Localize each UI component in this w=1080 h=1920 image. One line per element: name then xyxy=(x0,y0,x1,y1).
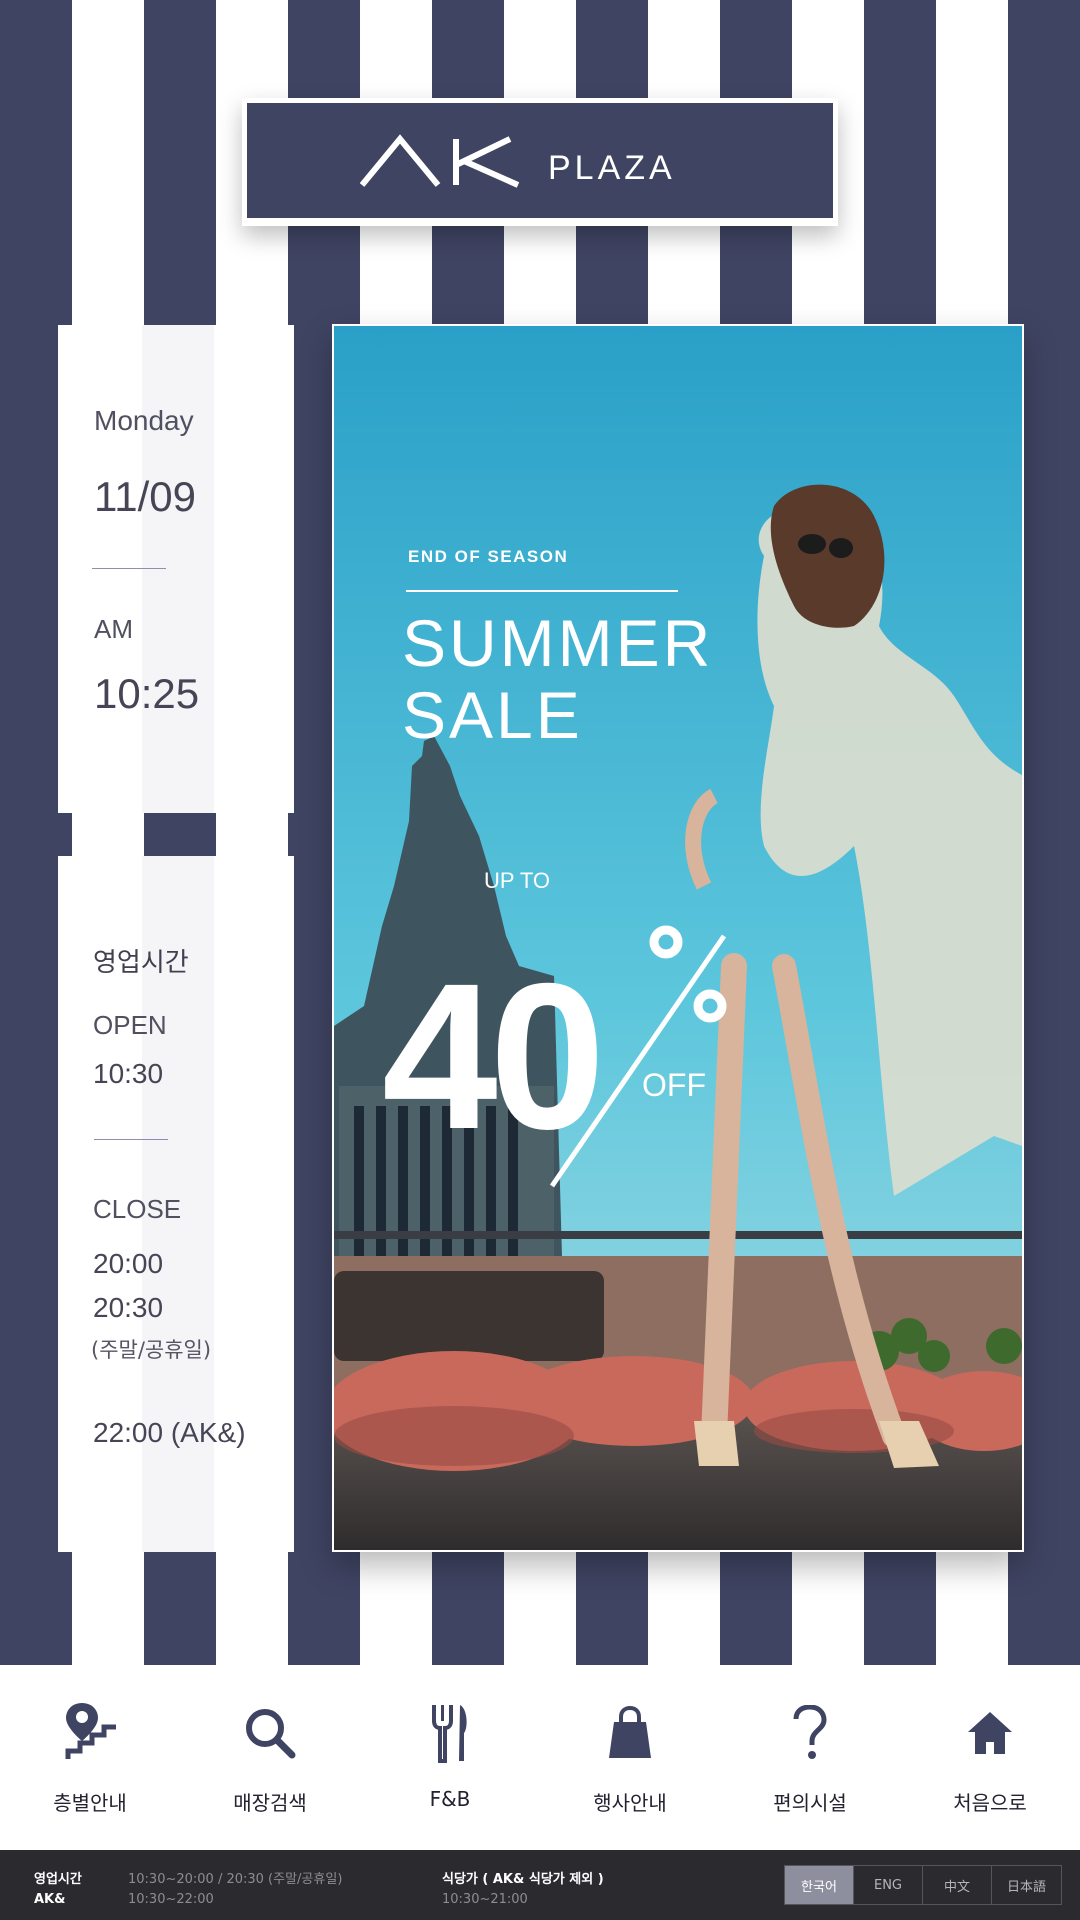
bottom-nav: 층별안내 매장검색 F&B 행사안내 편의시설 처음으로 xyxy=(0,1665,1080,1850)
promo-discount-number: 40 xyxy=(382,941,598,1173)
am-pm-label: AM xyxy=(94,614,133,644)
footer-ak-value: 10:30~22:00 xyxy=(128,1892,214,1907)
close-time-weekday: 20:00 xyxy=(93,1248,164,1279)
promo-headline-2: SALE xyxy=(402,678,583,752)
promo-up-to: UP TO xyxy=(484,868,550,893)
sofa xyxy=(334,1271,604,1361)
nav-item-home[interactable]: 처음으로 xyxy=(900,1665,1080,1850)
nav-item-amenities[interactable]: 편의시설 xyxy=(720,1665,900,1850)
footer-restaurant-value: 10:30~21:00 xyxy=(442,1892,528,1907)
search-icon xyxy=(238,1701,302,1765)
home-icon xyxy=(958,1701,1022,1765)
lang-button-korean[interactable]: 한국어 xyxy=(785,1866,854,1904)
footer-hours-label: 영업시간 xyxy=(34,1872,82,1887)
open-label: OPEN xyxy=(93,1010,167,1040)
logo-plaza-text: PLAZA xyxy=(548,149,676,187)
open-time: 10:30 xyxy=(93,1058,164,1089)
current-time: 10:25 xyxy=(94,670,200,717)
footer-restaurant-label: 식당가 ( AK& 식당가 제외 ) xyxy=(442,1872,604,1887)
nav-label-home: 처음으로 xyxy=(953,1791,1027,1815)
summer-sale-artwork: END OF SEASON SUMMER SALE UP TO 40 OFF xyxy=(334,326,1022,1550)
close-weekend-note: (주말/공휴일) xyxy=(91,1338,212,1362)
divider xyxy=(92,568,166,569)
footer-bar: 영업시간 10:30~20:00 / 20:30 (주말/공휴일) AK& 10… xyxy=(0,1850,1080,1920)
promo-image: END OF SEASON SUMMER SALE UP TO 40 OFF xyxy=(334,326,1022,1550)
nav-label-store-search: 매장검색 xyxy=(233,1791,307,1815)
shopping-bag-icon xyxy=(598,1701,662,1765)
promo-headline-1: SUMMER xyxy=(402,606,713,680)
close-time-ak: 22:00 (AK&) xyxy=(93,1417,246,1448)
promo-eyebrow: END OF SEASON xyxy=(408,547,568,566)
floor-stairs-pin-icon xyxy=(58,1701,122,1765)
day-name: Monday xyxy=(94,405,194,436)
language-selector: 한국어 ENG 中文 日本語 xyxy=(784,1865,1062,1905)
divider xyxy=(94,1139,168,1140)
footer-hours-value: 10:30~20:00 / 20:30 (주말/공휴일) xyxy=(128,1872,343,1887)
nav-item-floor-guide[interactable]: 층별안내 xyxy=(0,1665,180,1850)
question-icon xyxy=(778,1701,842,1765)
footer-ak-label: AK& xyxy=(34,1892,66,1907)
railing xyxy=(334,1231,1022,1239)
ak-plaza-logo: PLAZA xyxy=(360,133,676,188)
promo-poster[interactable]: END OF SEASON SUMMER SALE UP TO 40 OFF xyxy=(332,324,1024,1552)
lang-button-chinese[interactable]: 中文 xyxy=(923,1866,992,1904)
nav-item-events[interactable]: 행사안내 xyxy=(540,1665,720,1850)
nav-label-floor-guide: 층별안내 xyxy=(53,1791,127,1815)
brand-logo: PLAZA xyxy=(247,103,833,218)
nav-label-amenities: 편의시설 xyxy=(773,1791,847,1815)
date-time-panel: Monday 11/09 AM 10:25 xyxy=(58,325,294,813)
logo-banner: PLAZA xyxy=(242,98,838,226)
close-time-weekend: 20:30 xyxy=(93,1292,164,1323)
nav-item-store-search[interactable]: 매장검색 xyxy=(180,1665,360,1850)
business-hours-panel: 영업시간 OPEN 10:30 CLOSE 20:00 20:30 (주말/공휴… xyxy=(58,856,294,1552)
close-label: CLOSE xyxy=(93,1194,182,1224)
promo-rule xyxy=(406,590,678,592)
current-date: 11/09 xyxy=(94,473,196,520)
lang-button-english[interactable]: ENG xyxy=(854,1866,923,1904)
fork-knife-icon xyxy=(418,1701,482,1765)
promo-off: OFF xyxy=(642,1067,706,1103)
nav-label-fnb: F&B xyxy=(429,1787,471,1811)
hours-title: 영업시간 xyxy=(93,948,189,978)
nav-item-fnb[interactable]: F&B xyxy=(360,1665,540,1850)
nav-label-events: 행사안내 xyxy=(593,1791,667,1815)
lang-button-japanese[interactable]: 日本語 xyxy=(992,1866,1061,1904)
